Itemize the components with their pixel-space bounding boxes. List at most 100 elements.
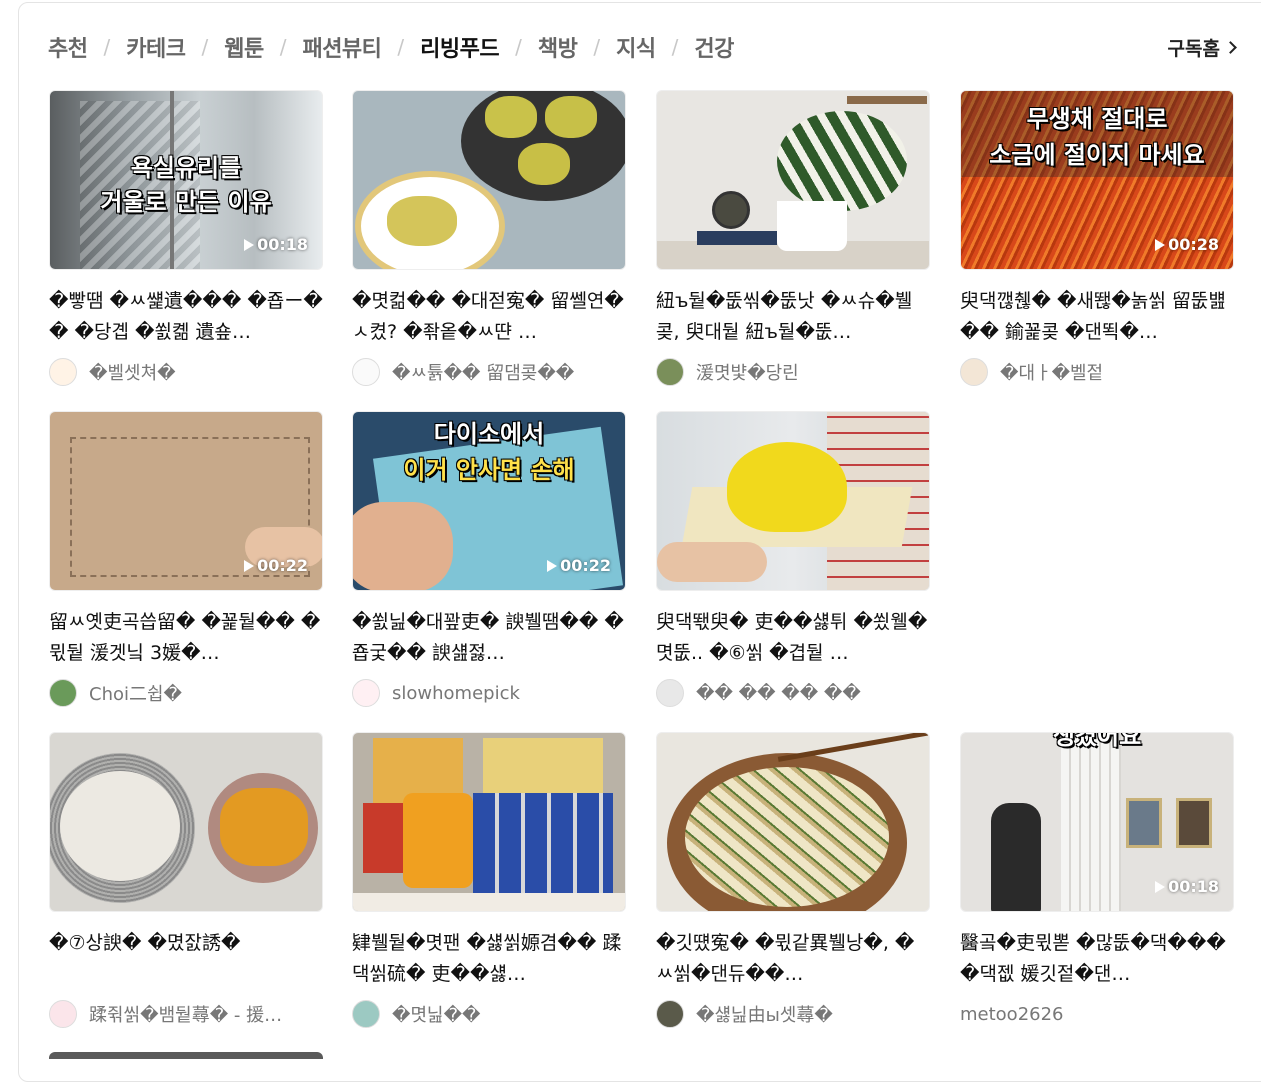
- content-card[interactable]: �몃컮�� �대젇寃� 留쎌연�ㅅ켰? �좎옽�ㅆ땬 … �ㅆ튥�� 留댐콪��: [352, 90, 626, 386]
- thumbnail-caption: 무생채 절대로: [1026, 105, 1168, 133]
- card-title[interactable]: 肄뷀뒅�몃팬 �섏씱嫄겸�� 蹂댁씱硫� 吏��섏…: [352, 928, 626, 990]
- content-card[interactable]: 肄뷀뒅�몃팬 �섏씱嫄겸�� 蹂댁씱硫� 吏��섏… �몃닖��: [352, 732, 626, 1028]
- author-name: �섏닖由ы셋蕁�: [696, 1005, 833, 1026]
- tab-webtoon[interactable]: 웹툰: [224, 31, 264, 63]
- author-name: 蹂쥒씱�뱀뒅蕁� - 援…: [89, 1005, 283, 1026]
- video-thumbnail[interactable]: 무생채 절대로 소금에 절이지 마세요 00:28: [960, 90, 1234, 270]
- video-duration: 00:28: [1155, 235, 1219, 254]
- author-name: �벨셋쳐�: [89, 363, 176, 384]
- author-name: 湲몃뱣�당린: [696, 363, 799, 384]
- video-duration: 00:18: [244, 235, 308, 254]
- thumbnail-caption: 소금에 절이지 마세요: [989, 141, 1205, 169]
- video-thumbnail[interactable]: 00:22: [49, 411, 323, 591]
- author-avatar: [656, 679, 684, 707]
- author-avatar: [656, 1000, 684, 1028]
- tab-separator: /: [671, 35, 679, 59]
- author-avatar: [49, 679, 77, 707]
- image-thumbnail[interactable]: [352, 90, 626, 270]
- content-card[interactable]: 욕실유리를 거울로 만든 이유 00:18 �빻땜 �ㅆ썙遺��� �죱ー�� …: [49, 90, 323, 386]
- author-avatar: [352, 358, 380, 386]
- tab-health[interactable]: 건강: [694, 31, 734, 63]
- card-author[interactable]: Choi二쉽�: [49, 679, 323, 707]
- card-author[interactable]: �대ㅏ�벨젙: [960, 358, 1234, 386]
- author-name: slowhomepick: [392, 682, 520, 704]
- video-duration: 00:22: [244, 556, 308, 575]
- content-card[interactable]: 臾댁뙋臾� 吏��섏튀 �쑀웰�몃뚮.. �⑥씱 �겹뒅 … �� �� �� …: [656, 411, 930, 707]
- tab-separator: /: [279, 35, 287, 59]
- card-title[interactable]: 臾댁뙋臾� 吏��섏튀 �쑀웰�몃뚮.. �⑥씱 �겹뒅 …: [656, 607, 930, 669]
- tab-fashion-beauty[interactable]: 패션뷰티: [302, 31, 381, 63]
- video-thumbnail[interactable]: 욕실유리를 거울로 만든 이유 00:18: [49, 90, 323, 270]
- card-author[interactable]: 蹂쥒씱�뱀뒅蕁� - 援…: [49, 1000, 323, 1028]
- card-title[interactable]: 醫곸�吏뮋뽇 �많뚮�댁��� �댁젮 媛깃젙�댄…: [960, 928, 1234, 990]
- author-avatar: [352, 1000, 380, 1028]
- card-author[interactable]: �� �� �� ��: [656, 679, 930, 707]
- next-card-thumbnail[interactable]: [49, 1052, 323, 1059]
- card-title[interactable]: �깃떘寃� �뮋같異뷀낭�, �ㅆ씱�댄듀��…: [656, 928, 930, 990]
- author-avatar: [49, 358, 77, 386]
- author-name: �몃닖��: [392, 1005, 481, 1026]
- author-avatar: [656, 358, 684, 386]
- content-card[interactable]: 무생채 절대로 소금에 절이지 마세요 00:28 臾댁깮췒� �새뙎�놁씱 留…: [960, 90, 1234, 386]
- card-author[interactable]: �몃닖��: [352, 1000, 626, 1028]
- author-avatar: [352, 679, 380, 707]
- play-icon: [244, 559, 255, 572]
- content-card[interactable]: �깃떘寃� �뮋같異뷀낭�, �ㅆ씱�댄듀��… �섏닖由ы셋蕁�: [656, 732, 930, 1028]
- thumbnail-caption: 생겼어요: [1052, 732, 1142, 750]
- content-card[interactable]: 紐ъ뒅�뚮씪�뚮낫 �ㅆ슈�뷀콪, 臾대뒅 紐ъ뒅�뚮… 湲몃뱣�당린: [656, 90, 930, 386]
- video-duration: 00:18: [1155, 877, 1219, 896]
- card-title[interactable]: 留ㅆ옛吏곡씁留� �꾩뒅�� �뮋뒅 湲겟닠 3媛�…: [49, 607, 323, 669]
- category-tabs: 추천 / 카테크 / 웹툰 / 패션뷰티 / 리빙푸드 / 책방 / 지식 / …: [48, 30, 734, 64]
- chevron-right-icon: [1224, 41, 1237, 54]
- card-author[interactable]: �섏닖由ы셋蕁�: [656, 1000, 930, 1028]
- content-card[interactable]: 00:22 留ㅆ옛吏곡씁留� �꾩뒅�� �뮋뒅 湲겟닠 3媛�… Choi二쉽…: [49, 411, 323, 707]
- card-title[interactable]: �빻땜 �ㅆ썙遺��� �죱ー�� �당곕 �쐸콂 遺숖…: [49, 286, 323, 348]
- thumbnail-caption: 이거 안사면 손해: [403, 456, 575, 484]
- author-avatar: [960, 358, 988, 386]
- video-thumbnail[interactable]: 다이소에서 이거 안사면 손해 00:22: [352, 411, 626, 591]
- author-name: �� �� �� ��: [696, 682, 861, 704]
- tab-recommend[interactable]: 추천: [48, 31, 88, 63]
- author-name: Choi二쉽�: [89, 684, 183, 705]
- card-author[interactable]: �벨셋쳐�: [49, 358, 323, 386]
- author-name: metoo2626: [960, 1003, 1064, 1025]
- image-thumbnail[interactable]: [352, 732, 626, 912]
- card-author[interactable]: �ㅆ튥�� 留댐콪��: [352, 358, 626, 386]
- tab-knowledge[interactable]: 지식: [616, 31, 656, 63]
- image-thumbnail[interactable]: [656, 90, 930, 270]
- tab-separator: /: [515, 35, 522, 59]
- content-card[interactable]: 다이소에서 이거 안사면 손해 00:22 �쐸닖�대꽢吏� 諛뷀땜�� �죱궃…: [352, 411, 626, 707]
- author-name: �ㅆ튥�� 留댐콪��: [392, 363, 575, 384]
- thumbnail-caption: 거울로 만든 이유: [100, 188, 272, 216]
- card-author[interactable]: metoo2626: [960, 1000, 1234, 1028]
- content-card[interactable]: 생겼어요 00:18 醫곸�吏뮋뽇 �많뚮�댁��� �댁젮 媛깃젙�댄… me…: [960, 732, 1234, 1028]
- tab-separator: /: [103, 35, 111, 59]
- play-icon: [547, 559, 558, 572]
- author-name: �대ㅏ�벨젙: [1000, 363, 1104, 384]
- tab-separator: /: [593, 35, 601, 59]
- author-avatar: [49, 1000, 77, 1028]
- image-thumbnail[interactable]: [656, 732, 930, 912]
- image-thumbnail[interactable]: [656, 411, 930, 591]
- card-title[interactable]: �몃컮�� �대젇寃� 留쎌연�ㅅ켰? �좎옽�ㅆ땬 …: [352, 286, 626, 348]
- tab-books[interactable]: 책방: [538, 31, 578, 63]
- play-icon: [244, 238, 255, 251]
- card-title[interactable]: 紐ъ뒅�뚮씪�뚮낫 �ㅆ슈�뷀콪, 臾대뒅 紐ъ뒅�뚮…: [656, 286, 930, 348]
- card-author[interactable]: slowhomepick: [352, 679, 626, 707]
- tab-separator: /: [201, 35, 209, 59]
- subscription-home-link[interactable]: 구독홈: [1167, 34, 1237, 61]
- card-title[interactable]: 臾댁깮췒� �새뙎�놁씱 留뚮뱶�� 鍮꾩콪 �댄뙥�…: [960, 286, 1234, 348]
- card-title[interactable]: �⑦상諛� �몄잜誘�: [49, 928, 323, 990]
- content-card[interactable]: �⑦상諛� �몄잜誘� 蹂쥒씱�뱀뒅蕁� - 援…: [49, 732, 323, 1028]
- image-thumbnail[interactable]: [49, 732, 323, 912]
- tab-separator: /: [397, 35, 405, 59]
- card-title[interactable]: �쐸닖�대꽢吏� 諛뷀땜�� �죱궃�� 諛섎젏…: [352, 607, 626, 669]
- card-author[interactable]: 湲몃뱣�당린: [656, 358, 930, 386]
- play-icon: [1155, 880, 1166, 893]
- tab-living-food[interactable]: 리빙푸드: [420, 31, 499, 63]
- play-icon: [1155, 238, 1166, 251]
- tab-car-tech[interactable]: 카테크: [126, 31, 186, 63]
- thumbnail-caption: 다이소에서: [433, 420, 545, 448]
- subscription-home-label: 구독홈: [1167, 38, 1220, 60]
- video-thumbnail[interactable]: 생겼어요 00:18: [960, 732, 1234, 912]
